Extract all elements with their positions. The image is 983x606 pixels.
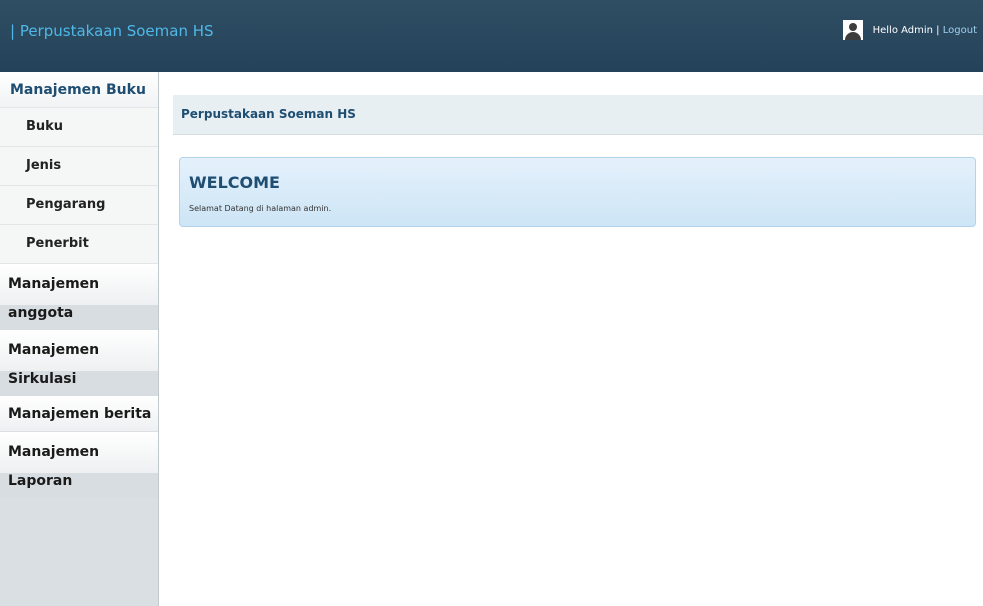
sidebar-item-manajemen-sirkulasi[interactable]: Manajemen Sirkulasi	[0, 330, 158, 396]
sidebar-item-label-line2: anggota	[0, 305, 158, 330]
sidebar-item-manajemen-anggota[interactable]: Manajemen anggota	[0, 264, 158, 330]
user-avatar-icon	[842, 20, 863, 40]
greeting-text: Hello Admin |	[872, 24, 940, 36]
sidebar-subitem-pengarang[interactable]: Pengarang	[0, 186, 158, 225]
sidebar-subitem-jenis[interactable]: Jenis	[0, 147, 158, 186]
welcome-message: Selamat Datang di halaman admin.	[189, 204, 332, 213]
sidebar-item-label-line1: Manajemen	[0, 330, 158, 371]
page-header: Perpustakaan Soeman HS	[173, 95, 983, 135]
welcome-title: WELCOME	[189, 173, 280, 192]
sidebar: Manajemen Buku Buku Jenis Pengarang Pene…	[0, 72, 159, 606]
sidebar-subitem-penerbit[interactable]: Penerbit	[0, 225, 158, 264]
sidebar-item-label-line2: Sirkulasi	[0, 371, 158, 396]
sidebar-subitem-buku[interactable]: Buku	[0, 108, 158, 147]
sidebar-item-label-line1: Manajemen	[0, 432, 158, 473]
user-greeting: Hello Admin | Logout	[873, 25, 977, 36]
sidebar-item-manajemen-laporan[interactable]: Manajemen Laporan	[0, 432, 158, 498]
page-title: Perpustakaan Soeman HS	[181, 107, 356, 121]
sidebar-item-manajemen-buku[interactable]: Manajemen Buku	[0, 72, 158, 108]
user-area: Hello Admin | Logout	[842, 20, 977, 40]
top-bar: | Perpustakaan Soeman HS Hello Admin | L…	[0, 0, 983, 72]
welcome-panel: WELCOME Selamat Datang di halaman admin.	[179, 157, 976, 227]
site-title[interactable]: | Perpustakaan Soeman HS	[10, 22, 214, 40]
sidebar-item-label-line2: Laporan	[0, 473, 158, 498]
logout-link[interactable]: Logout	[943, 25, 977, 36]
sidebar-item-label-line1: Manajemen	[0, 264, 158, 305]
sidebar-item-manajemen-berita[interactable]: Manajemen berita	[0, 396, 158, 432]
